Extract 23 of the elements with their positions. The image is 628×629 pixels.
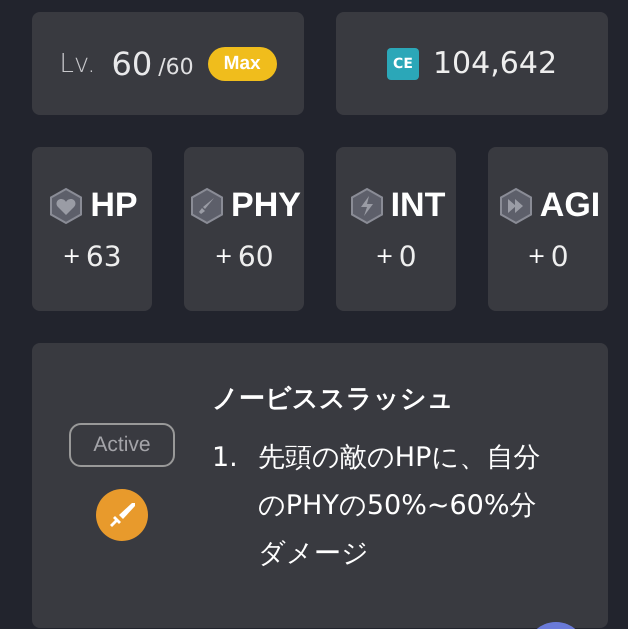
max-badge: Max [208,46,277,80]
stat-value: 0 [550,240,569,272]
skill-name: ノービススラッシュ [212,383,455,416]
stat-name: PHY [231,186,301,225]
plus-sign: + [375,244,394,268]
active-tag: Active [69,423,175,467]
effect-text: 先頭の敵のHPに、自分のPHYの50%~60%分ダメージ [258,441,542,571]
cube-icon: CE [386,48,419,80]
stat-value: 63 [86,240,122,272]
plus-sign: + [62,244,81,268]
level-max: /60 [158,55,194,80]
level-label: Lv. [59,48,96,78]
level-value: 60 [112,44,152,82]
stat-name: HP [90,186,138,225]
power-value: 104,642 [432,46,558,81]
plus-sign: + [527,244,546,268]
stat-name: INT [390,186,446,225]
stat-name: AGI [540,186,600,225]
effect-number: 1. [212,441,238,475]
plus-sign: + [214,244,233,268]
sword-icon [96,489,148,541]
stat-value: 0 [398,240,417,272]
stat-value: 60 [238,240,274,272]
